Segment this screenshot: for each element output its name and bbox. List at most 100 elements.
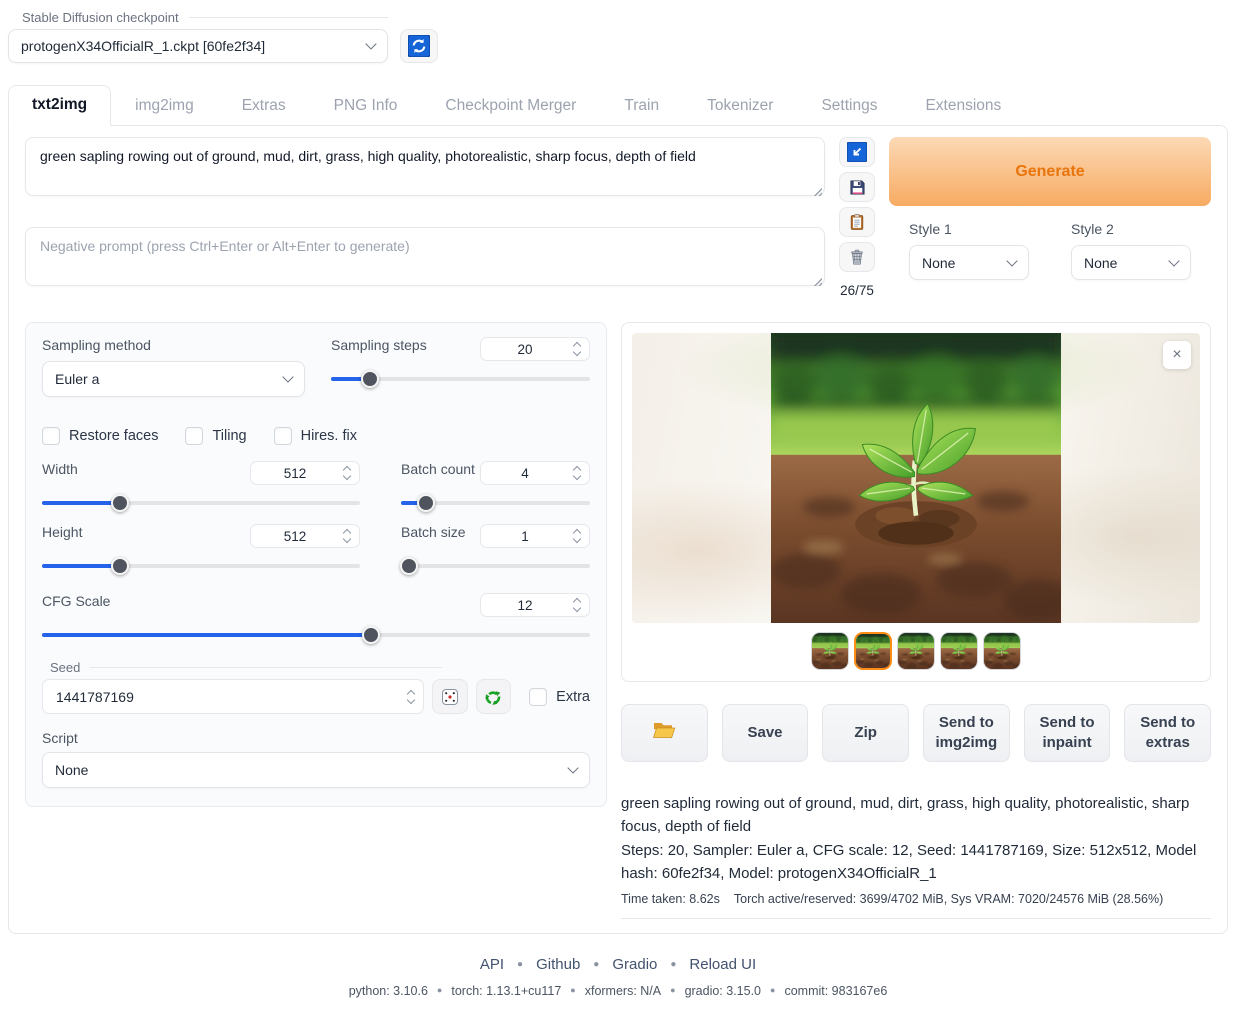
sampling-method-dropdown[interactable]: Euler a — [42, 361, 305, 397]
gallery-thumbnail-5[interactable] — [983, 632, 1021, 670]
stepper-icon[interactable] — [569, 530, 589, 542]
chevron-down-icon — [282, 371, 293, 382]
separator-dot: ● — [437, 985, 442, 995]
reuse-seed-button[interactable] — [476, 679, 511, 714]
seed-group: Seed 1441787169 — [42, 660, 590, 714]
cfg-scale-slider[interactable] — [42, 626, 590, 644]
checkbox-label: Restore faces — [69, 428, 158, 444]
footer: API●Github●Gradio●Reload UI python: 3.10… — [0, 956, 1236, 1012]
dice-icon — [440, 687, 460, 707]
extra-seed-checkbox[interactable]: Extra — [529, 688, 590, 706]
tab-tokenizer[interactable]: Tokenizer — [683, 85, 797, 126]
generation-info-block: green sapling rowing out of ground, mud,… — [621, 792, 1211, 919]
checkpoint-value: protogenX34OfficialR_1.ckpt [60fe2f34] — [21, 38, 265, 54]
checkbox-restore-faces[interactable]: Restore faces — [42, 427, 158, 445]
prompt-wrap: green sapling rowing out of ground, mud,… — [25, 137, 825, 199]
sd-webui-page: Stable Diffusion checkpoint protogenX34O… — [0, 0, 1236, 1012]
stepper-icon[interactable] — [339, 467, 359, 479]
seed-input[interactable]: 1441787169 — [42, 679, 424, 714]
separator-dot: ● — [570, 985, 575, 995]
stepper-icon[interactable] — [339, 530, 359, 542]
script-dropdown[interactable]: None — [42, 752, 590, 788]
tab-train[interactable]: Train — [600, 85, 683, 126]
gallery-thumbnail-4[interactable] — [940, 632, 978, 670]
footer-links: API●Github●Gradio●Reload UI — [0, 956, 1236, 973]
width-slider[interactable] — [42, 494, 360, 512]
batch-size-group: Batch size 1 — [401, 524, 590, 575]
stepper-icon[interactable] — [569, 343, 589, 355]
tab-extras[interactable]: Extras — [218, 85, 310, 126]
height-slider[interactable] — [42, 557, 360, 575]
negative-prompt-input[interactable] — [25, 227, 825, 286]
cfg-scale-input[interactable]: 12 — [480, 593, 590, 617]
tab-txt2img[interactable]: txt2img — [8, 85, 111, 126]
gallery-thumbnail-3[interactable] — [897, 632, 935, 670]
stepper-icon[interactable] — [569, 467, 589, 479]
open-output-folder-button[interactable] — [621, 704, 708, 762]
generate-button[interactable]: Generate — [889, 137, 1211, 206]
prompt-column: green sapling rowing out of ground, mud,… — [25, 137, 825, 298]
height-input[interactable]: 512 — [250, 524, 360, 548]
gallery-thumbnail-1[interactable] — [811, 632, 849, 670]
checkbox-box[interactable] — [185, 427, 203, 445]
save-button[interactable]: Save — [722, 704, 809, 762]
style1-dropdown[interactable]: None — [909, 245, 1029, 280]
version-gradio: gradio: 3.15.0 — [685, 984, 761, 998]
apply-style-button[interactable] — [839, 207, 875, 237]
tab-extensions[interactable]: Extensions — [901, 85, 1025, 126]
slider-thumb[interactable] — [361, 370, 379, 388]
style1-value: None — [922, 255, 955, 271]
batch-count-input[interactable]: 4 — [480, 461, 590, 485]
send-to-extras-button[interactable]: Send to extras — [1124, 704, 1211, 762]
footer-link-reload-ui[interactable]: Reload UI — [689, 956, 756, 973]
footer-link-github[interactable]: Github — [536, 956, 580, 973]
footer-link-api[interactable]: API — [480, 956, 504, 973]
width-input[interactable]: 512 — [250, 461, 360, 485]
checkbox-box[interactable] — [42, 427, 60, 445]
info-prompt: green sapling rowing out of ground, mud,… — [621, 792, 1211, 839]
folder-icon — [652, 720, 676, 740]
tab-settings[interactable]: Settings — [797, 85, 901, 126]
sampling-row: Sampling method Euler a Sampling steps 2… — [42, 337, 590, 397]
save-style-button[interactable] — [839, 172, 875, 202]
batch-count-value: 4 — [481, 466, 569, 481]
separator-dot: ● — [517, 959, 523, 970]
clear-prompt-button[interactable] — [839, 242, 875, 272]
zip-button[interactable]: Zip — [822, 704, 909, 762]
paste-params-button[interactable] — [839, 137, 875, 167]
checkbox-box[interactable] — [529, 688, 547, 706]
slider-thumb[interactable] — [111, 557, 129, 575]
batch-size-slider[interactable] — [401, 557, 590, 575]
refresh-checkpoints-button[interactable] — [400, 29, 438, 63]
checkbox-tiling[interactable]: Tiling — [185, 427, 246, 445]
slider-thumb[interactable] — [362, 626, 380, 644]
dimensions-grid: Width 512 Batch count — [42, 461, 590, 575]
sampling-steps-input[interactable]: 20 — [480, 337, 590, 361]
slider-thumb[interactable] — [400, 557, 418, 575]
sampling-steps-label: Sampling steps — [331, 337, 427, 353]
checkpoint-dropdown[interactable]: protogenX34OfficialR_1.ckpt [60fe2f34] — [8, 29, 388, 63]
close-gallery-button[interactable]: × — [1163, 341, 1191, 369]
batch-count-slider[interactable] — [401, 494, 590, 512]
slider-thumb[interactable] — [111, 494, 129, 512]
batch-size-input[interactable]: 1 — [480, 524, 590, 548]
tab-img2img[interactable]: img2img — [111, 85, 218, 126]
generated-image[interactable] — [771, 333, 1061, 623]
random-seed-button[interactable] — [432, 679, 467, 714]
stepper-icon[interactable] — [403, 691, 423, 703]
stepper-icon[interactable] — [569, 599, 589, 611]
tab-png-info[interactable]: PNG Info — [310, 85, 422, 126]
send-to-inpaint-button[interactable]: Send to inpaint — [1024, 704, 1111, 762]
checkbox-box[interactable] — [274, 427, 292, 445]
send-to-img2img-button[interactable]: Send to img2img — [923, 704, 1010, 762]
prompt-input[interactable]: green sapling rowing out of ground, mud,… — [25, 137, 825, 196]
separator-dot: ● — [670, 985, 675, 995]
slider-thumb[interactable] — [417, 494, 435, 512]
checkpoint-group: Stable Diffusion checkpoint protogenX34O… — [8, 10, 388, 63]
footer-link-gradio[interactable]: Gradio — [612, 956, 657, 973]
sampling-steps-slider[interactable] — [331, 370, 590, 388]
tab-checkpoint-merger[interactable]: Checkpoint Merger — [421, 85, 600, 126]
gallery-thumbnail-2[interactable] — [854, 632, 892, 670]
style2-dropdown[interactable]: None — [1071, 245, 1191, 280]
checkbox-hires-fix[interactable]: Hires. fix — [274, 427, 357, 445]
